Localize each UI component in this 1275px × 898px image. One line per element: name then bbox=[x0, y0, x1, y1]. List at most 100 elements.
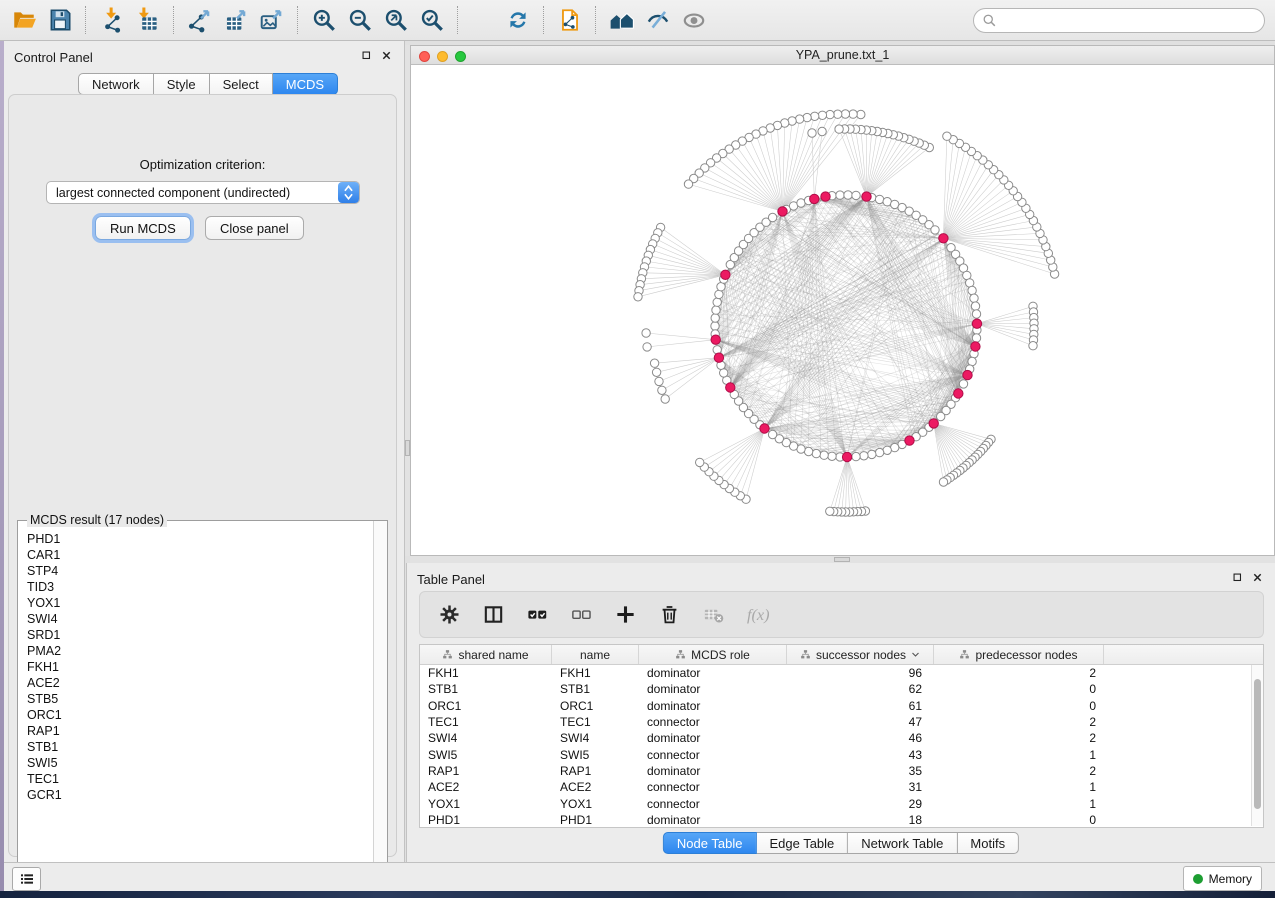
save-session-button[interactable] bbox=[43, 3, 77, 37]
mcds-hub-node[interactable] bbox=[721, 270, 730, 279]
network-node[interactable] bbox=[711, 322, 719, 330]
mcds-hub-node[interactable] bbox=[963, 370, 972, 379]
mcds-hub-node[interactable] bbox=[862, 192, 871, 201]
mcds-hub-node[interactable] bbox=[810, 194, 819, 203]
network-node[interactable] bbox=[655, 377, 663, 385]
mcds-hub-node[interactable] bbox=[726, 383, 735, 392]
tab-node-table[interactable]: Node Table bbox=[663, 832, 757, 854]
add-column-button[interactable] bbox=[610, 600, 640, 630]
network-node[interactable] bbox=[972, 310, 980, 318]
table-row[interactable]: SWI5SWI5connector431 bbox=[420, 746, 1263, 762]
refresh-view-button[interactable] bbox=[501, 3, 535, 37]
network-node[interactable] bbox=[970, 294, 978, 302]
network-titlebar[interactable]: YPA_prune.txt_1 bbox=[411, 46, 1274, 65]
show-panels-eye-button[interactable] bbox=[677, 3, 711, 37]
search-input[interactable] bbox=[1002, 10, 1264, 32]
table-row[interactable]: SWI4SWI4dominator462 bbox=[420, 730, 1263, 746]
network-node[interactable] bbox=[818, 111, 826, 119]
network-node[interactable] bbox=[972, 334, 980, 342]
network-node[interactable] bbox=[650, 359, 658, 367]
network-node[interactable] bbox=[811, 112, 819, 120]
mcds-hub-node[interactable] bbox=[939, 234, 948, 243]
horizontal-splitter-handle[interactable] bbox=[834, 557, 850, 562]
network-overview-button[interactable] bbox=[605, 3, 639, 37]
mcds-hub-node[interactable] bbox=[714, 353, 723, 362]
mcds-result-item[interactable]: YOX1 bbox=[27, 595, 374, 611]
network-node[interactable] bbox=[696, 458, 704, 466]
network-node[interactable] bbox=[634, 293, 642, 301]
mcds-result-item[interactable]: ACE2 bbox=[27, 675, 374, 691]
table-row[interactable]: PHD1PHD1dominator180 bbox=[420, 812, 1263, 828]
mcds-hub-node[interactable] bbox=[778, 207, 787, 216]
zoom-in-button[interactable] bbox=[307, 3, 341, 37]
network-node[interactable] bbox=[875, 448, 883, 456]
network-node[interactable] bbox=[875, 195, 883, 203]
table-row[interactable]: TEC1TEC1connector472 bbox=[420, 714, 1263, 730]
network-node[interactable] bbox=[652, 368, 660, 376]
mcds-hub-node[interactable] bbox=[821, 192, 830, 201]
mcds-hub-node[interactable] bbox=[971, 342, 980, 351]
tab-motifs[interactable]: Motifs bbox=[957, 832, 1019, 854]
mcds-hub-node[interactable] bbox=[760, 424, 769, 433]
network-node[interactable] bbox=[768, 213, 776, 221]
network-node[interactable] bbox=[939, 478, 947, 486]
mcds-hub-node[interactable] bbox=[905, 436, 914, 445]
mcds-result-item[interactable]: STP4 bbox=[27, 563, 374, 579]
table-row[interactable]: YOX1YOX1connector291 bbox=[420, 795, 1263, 811]
delete-column-button[interactable] bbox=[654, 600, 684, 630]
mcds-result-scrollbar[interactable] bbox=[373, 521, 387, 885]
network-node[interactable] bbox=[713, 298, 721, 306]
column-header-successor-nodes[interactable]: successor nodes bbox=[787, 645, 934, 664]
export-network-button[interactable] bbox=[183, 3, 217, 37]
table-row[interactable]: ACE2ACE2connector311 bbox=[420, 779, 1263, 795]
open-file-button[interactable] bbox=[7, 3, 41, 37]
network-node[interactable] bbox=[959, 380, 967, 388]
mcds-result-item[interactable]: TEC1 bbox=[27, 771, 374, 787]
network-node[interactable] bbox=[852, 191, 860, 199]
zoom-out-button[interactable] bbox=[343, 3, 377, 37]
network-node[interactable] bbox=[844, 191, 852, 199]
search-box[interactable] bbox=[973, 8, 1265, 33]
network-node[interactable] bbox=[971, 302, 979, 310]
mcds-hub-node[interactable] bbox=[711, 335, 720, 344]
network-node[interactable] bbox=[834, 110, 842, 118]
network-node[interactable] bbox=[820, 451, 828, 459]
select-all-checks-button[interactable] bbox=[522, 600, 552, 630]
network-node[interactable] bbox=[658, 386, 666, 394]
export-table-button[interactable] bbox=[219, 3, 253, 37]
hide-panels-eye-button[interactable] bbox=[641, 3, 675, 37]
mcds-hub-node[interactable] bbox=[929, 419, 938, 428]
network-node[interactable] bbox=[661, 395, 669, 403]
close-panel-button[interactable]: Close panel bbox=[205, 216, 304, 240]
network-node[interactable] bbox=[812, 449, 820, 457]
column-header-name[interactable]: name bbox=[552, 645, 639, 664]
mcds-result-item[interactable]: RAP1 bbox=[27, 723, 374, 739]
mcds-result-item[interactable]: SWI5 bbox=[27, 755, 374, 771]
tab-edge-table[interactable]: Edge Table bbox=[756, 832, 848, 854]
network-node[interactable] bbox=[828, 452, 836, 460]
mcds-result-item[interactable]: SRD1 bbox=[27, 627, 374, 643]
deselect-all-checks-button[interactable] bbox=[566, 600, 596, 630]
task-history-button[interactable] bbox=[12, 867, 41, 891]
mcds-hub-node[interactable] bbox=[954, 389, 963, 398]
close-panel-icon[interactable] bbox=[1252, 572, 1263, 583]
mcds-hub-node[interactable] bbox=[972, 319, 981, 328]
close-panel-icon[interactable] bbox=[381, 50, 392, 61]
network-node[interactable] bbox=[808, 129, 816, 137]
network-node[interactable] bbox=[684, 180, 692, 188]
network-node[interactable] bbox=[868, 450, 876, 458]
network-node[interactable] bbox=[968, 286, 976, 294]
network-node[interactable] bbox=[826, 507, 834, 515]
network-node[interactable] bbox=[849, 110, 857, 118]
network-node[interactable] bbox=[818, 127, 826, 135]
export-image-button[interactable] bbox=[255, 3, 289, 37]
table-row[interactable]: ORC1ORC1dominator610 bbox=[420, 698, 1263, 714]
network-node[interactable] bbox=[857, 110, 865, 118]
network-node[interactable] bbox=[803, 113, 811, 121]
criterion-dropdown[interactable]: largest connected component (undirected) bbox=[46, 181, 360, 204]
import-network-button[interactable] bbox=[95, 3, 129, 37]
table-settings-gear-button[interactable] bbox=[434, 600, 464, 630]
network-node[interactable] bbox=[835, 125, 843, 133]
network-node[interactable] bbox=[841, 110, 849, 118]
network-node[interactable] bbox=[836, 191, 844, 199]
